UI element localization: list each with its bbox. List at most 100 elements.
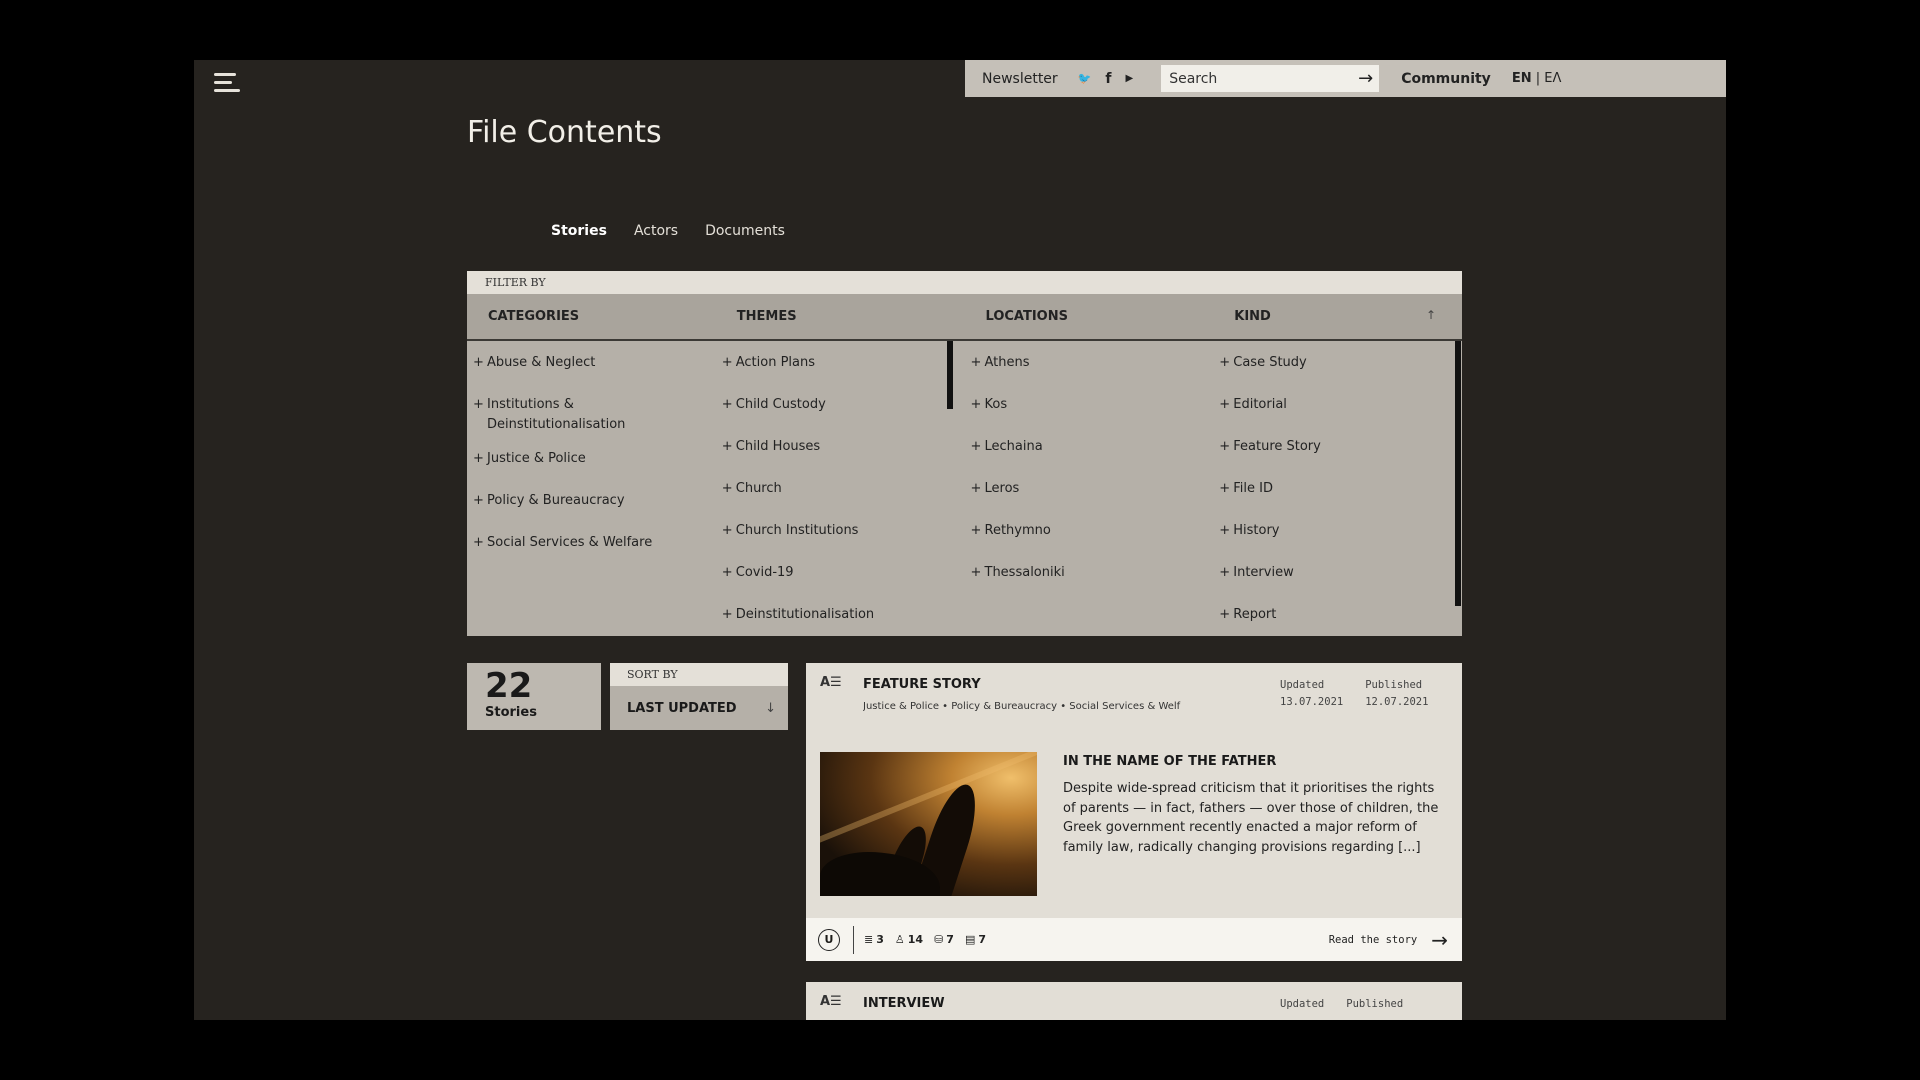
- filter-option[interactable]: + Interview: [1219, 563, 1462, 593]
- plus-icon: +: [1219, 397, 1231, 412]
- story-card-footer: U ≣ 3 ♙ 14 ⛁ 7 ▤ 7 Read the story →: [806, 918, 1462, 961]
- filter-option-label: History: [1233, 523, 1280, 538]
- plus-icon: +: [1219, 523, 1231, 538]
- social-links: 🐦 f ▶: [1078, 71, 1134, 87]
- filter-option[interactable]: + Institutions & Deinstitutionalisation: [473, 395, 716, 437]
- story-card[interactable]: A☰ INTERVIEW Updated Published: [806, 982, 1462, 1020]
- updated-label: Updated: [1280, 679, 1325, 691]
- search-submit-arrow-icon[interactable]: →: [1358, 68, 1373, 89]
- stat-stories-value: 3: [876, 933, 884, 946]
- published-label: Published: [1346, 998, 1404, 1010]
- filter-option-label: Church: [735, 481, 782, 496]
- filter-option[interactable]: + Justice & Police: [473, 449, 716, 479]
- filter-option-label: Child Custody: [735, 397, 826, 412]
- filter-option[interactable]: + Church Institutions: [722, 521, 965, 551]
- filter-heading-locations[interactable]: LOCATIONS: [965, 309, 1214, 324]
- read-story-link[interactable]: Read the story →: [1329, 928, 1448, 952]
- filter-option[interactable]: + File ID: [1219, 479, 1462, 509]
- filter-heading-themes[interactable]: THEMES: [716, 309, 965, 324]
- youtube-icon[interactable]: ▶: [1125, 73, 1133, 84]
- filter-heading-kind[interactable]: KIND: [1213, 309, 1462, 324]
- twitter-icon[interactable]: 🐦: [1078, 72, 1092, 85]
- filter-column-categories: + Abuse & Neglect + Institutions & Deinsti…: [467, 341, 716, 635]
- newsletter-link[interactable]: Newsletter: [982, 71, 1058, 87]
- tab-documents[interactable]: Documents: [705, 223, 785, 239]
- database-icon: ⛁: [934, 933, 944, 946]
- plus-icon: +: [970, 481, 982, 496]
- plus-icon: +: [721, 607, 733, 622]
- plus-icon: +: [970, 565, 982, 580]
- person-icon: ♙: [894, 933, 905, 946]
- filter-option[interactable]: + Feature Story: [1219, 437, 1462, 467]
- plus-icon: +: [1219, 565, 1231, 580]
- plus-icon: +: [721, 439, 733, 454]
- filter-option-label: Deinstitutionalisation: [735, 607, 875, 622]
- filter-column-kind: + Case Study + Editorial + Feature Story + F…: [1213, 341, 1462, 635]
- filter-option-label: Rethymno: [984, 523, 1051, 538]
- filter-option-label: Feature Story: [1233, 439, 1321, 454]
- filter-option-label: Action Plans: [735, 355, 816, 370]
- published-label: Published: [1365, 679, 1423, 691]
- document-icon: ▤: [964, 933, 976, 946]
- filter-option[interactable]: + Kos: [971, 395, 1214, 425]
- published-date: 12.07.2021: [1365, 696, 1429, 708]
- filter-scrollbar[interactable]: [1455, 341, 1461, 606]
- plus-icon: +: [721, 523, 733, 538]
- read-story-label: Read the story: [1328, 933, 1418, 946]
- filter-option[interactable]: + Thessaloniki: [971, 563, 1214, 593]
- filter-option[interactable]: + Covid-19: [722, 563, 965, 593]
- lang-en[interactable]: EN: [1512, 71, 1532, 86]
- plus-icon: +: [1219, 355, 1231, 370]
- filter-option[interactable]: + Child Houses: [722, 437, 965, 467]
- stat-documents-value: 7: [978, 933, 986, 946]
- filter-option[interactable]: + Case Study: [1219, 353, 1462, 383]
- filter-option-label: Church Institutions: [735, 523, 859, 538]
- search-input[interactable]: [1167, 69, 1342, 88]
- filter-option[interactable]: + Policy & Bureaucracy: [473, 491, 716, 521]
- stat-records: ⛁ 7: [934, 933, 954, 946]
- filter-option[interactable]: + Athens: [971, 353, 1214, 383]
- filter-option-label: File ID: [1233, 481, 1273, 496]
- story-photo[interactable]: [820, 752, 1037, 896]
- hamburger-menu-icon[interactable]: [214, 68, 242, 94]
- filter-option[interactable]: + Child Custody: [722, 395, 965, 425]
- plus-icon: +: [473, 355, 484, 370]
- filter-option[interactable]: + Editorial: [1219, 395, 1462, 425]
- story-title[interactable]: IN THE NAME OF THE FATHER: [1063, 754, 1276, 769]
- story-kind: FEATURE STORY: [863, 677, 981, 692]
- page-title: File Contents: [467, 115, 662, 150]
- story-dates: Updated Published: [1280, 996, 1403, 1013]
- arrow-right-icon: →: [1431, 927, 1448, 952]
- tab-actors[interactable]: Actors: [634, 223, 678, 239]
- filter-option[interactable]: + Lechaina: [971, 437, 1214, 467]
- filter-body: + Abuse & Neglect + Institutions & Deinsti…: [467, 341, 1462, 635]
- filter-option-label: Abuse & Neglect: [487, 355, 596, 370]
- lang-el[interactable]: ΕΛ: [1544, 71, 1561, 86]
- filter-option[interactable]: + Leros: [971, 479, 1214, 509]
- filter-option[interactable]: + Deinstitutionalisation: [722, 605, 965, 635]
- filter-column-locations: + Athens + Kos + Lechaina + Leros + Rethymno …: [965, 341, 1214, 635]
- filter-option[interactable]: + Abuse & Neglect: [473, 353, 716, 383]
- themes-scrollbar[interactable]: [947, 341, 953, 409]
- filter-option[interactable]: + Church: [722, 479, 965, 509]
- collapse-arrow-icon[interactable]: ↑: [1426, 308, 1436, 322]
- filter-option-label: Covid-19: [735, 565, 794, 580]
- filter-option[interactable]: + Report: [1219, 605, 1462, 635]
- sort-control: SORT BY LAST UPDATED ↓: [610, 663, 788, 730]
- filter-option[interactable]: + Social Services & Welfare: [473, 533, 716, 563]
- plus-icon: +: [721, 481, 733, 496]
- sort-select[interactable]: LAST UPDATED ↓: [610, 686, 788, 730]
- filter-option-label: Institutions & Deinstitutionalisation: [487, 397, 626, 432]
- filter-heading-categories[interactable]: CATEGORIES: [467, 309, 716, 324]
- tab-stories[interactable]: Stories: [551, 223, 607, 239]
- filter-option[interactable]: + Rethymno: [971, 521, 1214, 551]
- content-tabs: Stories Actors Documents: [551, 223, 785, 239]
- updated-date: 13.07.2021: [1280, 696, 1344, 708]
- story-card[interactable]: A☰ FEATURE STORY Justice & Police • Poli…: [806, 663, 1462, 961]
- stat-stories: ≣ 3: [864, 933, 884, 946]
- filter-option[interactable]: + History: [1219, 521, 1462, 551]
- facebook-icon[interactable]: f: [1105, 71, 1111, 87]
- stat-records-value: 7: [946, 933, 954, 946]
- community-link[interactable]: Community: [1401, 71, 1491, 87]
- filter-option[interactable]: + Action Plans: [722, 353, 965, 383]
